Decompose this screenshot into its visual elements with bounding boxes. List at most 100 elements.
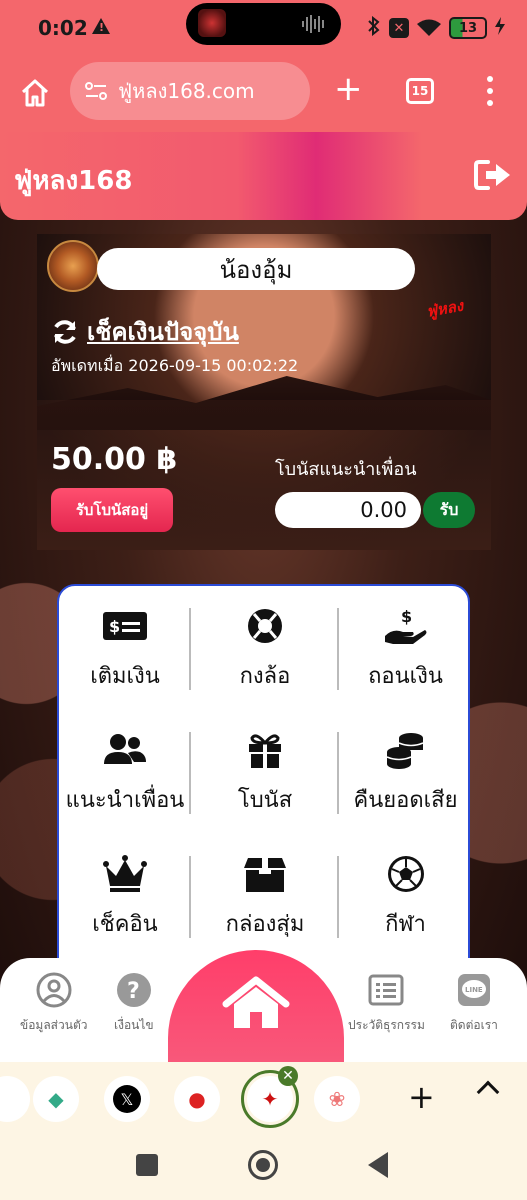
rabbit-tab-icon: ❀ xyxy=(328,1087,346,1111)
svg-text:LINE: LINE xyxy=(465,986,483,994)
tab-thumbnail[interactable]: ❀ xyxy=(314,1076,360,1122)
nav-label: ติดต่อเรา xyxy=(450,1018,498,1032)
status-bar: 0:02 ✕ 13 xyxy=(0,0,527,58)
username: น้องอุ้ม xyxy=(219,255,293,284)
user-circle-icon xyxy=(36,972,72,1008)
lifebuoy-wheel-icon xyxy=(248,609,282,643)
menu-item-bonus[interactable]: โบนัส xyxy=(191,710,339,834)
game-tab-icon: ◆ xyxy=(48,1087,64,1111)
nav-item-history[interactable]: ประวัติธุรกรรม xyxy=(348,972,425,1035)
menu-label: โบนัส xyxy=(237,788,293,813)
chevron-up-icon[interactable] xyxy=(476,1080,500,1104)
gift-icon xyxy=(249,734,281,768)
menu-label: เช็คอิน xyxy=(92,912,158,937)
svg-text:$: $ xyxy=(401,607,412,626)
menu-item-mystery-box[interactable]: กล่องสุ่ม xyxy=(191,834,339,958)
charging-icon xyxy=(495,17,505,39)
audio-wave-icon xyxy=(302,15,326,33)
avatar xyxy=(47,240,99,292)
menu-item-checkin[interactable]: เช็คอิน xyxy=(59,834,191,958)
recents-button[interactable] xyxy=(136,1154,158,1176)
casino-tab-icon: ● xyxy=(188,1087,206,1111)
menu-label: กงล้อ xyxy=(239,664,291,689)
question-circle-icon: ? xyxy=(116,973,151,1007)
menu-grid: $ เติมเงิน กงล้อ $ ถอนเงิน แนะนำเพื่อน โ… xyxy=(59,586,472,958)
browser-toolbar: ฟู่หลง168.com + 15 xyxy=(0,58,527,132)
dragon-logo-icon: ✦ xyxy=(261,1087,279,1111)
username-pill: น้องอุ้ม xyxy=(97,248,415,290)
svg-text:?: ? xyxy=(127,979,140,1004)
box-icon xyxy=(244,858,286,892)
web-content: ฟู่หลง168 น้องอุ้ม ฟู่หลง เช็คเงินปัจจุบ… xyxy=(0,132,527,1062)
back-button[interactable] xyxy=(368,1152,388,1178)
x-logo-icon: 𝕏 xyxy=(113,1085,141,1113)
nav-item-profile[interactable]: ข้อมูลส่วนตัว xyxy=(20,972,87,1035)
browser-tab-strip: ◆ 𝕏 ● ✦ ✕ ❀ + xyxy=(0,1062,527,1132)
tab-thumbnail[interactable]: 𝕏 xyxy=(104,1076,150,1122)
check-balance-label: เช็คเงินปัจจุบัน xyxy=(87,318,239,346)
battery-icon: 13 xyxy=(449,17,487,39)
tab-thumbnail[interactable]: ◆ xyxy=(33,1076,79,1122)
browser-home-button[interactable] xyxy=(20,78,50,108)
profile-card: น้องอุ้ม ฟู่หลง เช็คเงินปัจจุบัน อัพเดทเ… xyxy=(37,234,491,550)
menu-label: คืนยอดเสีย xyxy=(353,788,458,813)
money-bill-icon: $ xyxy=(103,612,147,640)
home-icon xyxy=(222,976,290,1028)
system-navigation xyxy=(0,1132,527,1200)
receive-bonus-button[interactable]: รับโบนัสอยู่ xyxy=(51,488,173,532)
dynamic-island xyxy=(186,3,341,45)
updated-timestamp: อัพเดทเมื่อ 2026-09-15 00:02:22 xyxy=(51,356,299,375)
status-time: 0:02 xyxy=(38,16,88,40)
check-balance-button[interactable]: เช็คเงินปัจจุบัน xyxy=(51,312,239,351)
address-bar[interactable]: ฟู่หลง168.com xyxy=(70,62,310,120)
soccer-ball-icon xyxy=(387,856,424,892)
menu-item-withdraw[interactable]: $ ถอนเงิน xyxy=(339,586,472,710)
menu-item-referral[interactable]: แนะนำเพื่อน xyxy=(59,710,191,834)
media-thumbnail-icon xyxy=(198,9,226,37)
nav-label: เงื่อนไข xyxy=(114,1018,154,1032)
menu-label: เติมเงิน xyxy=(90,664,160,689)
menu-label: กล่องสุ่ม xyxy=(225,912,305,937)
coins-icon xyxy=(386,733,423,769)
tab-switcher-button[interactable]: 15 xyxy=(406,78,434,104)
add-tab-icon[interactable]: + xyxy=(408,1078,435,1116)
site-header: ฟู่หลง168 xyxy=(0,132,527,220)
tab-thumbnail[interactable]: ● xyxy=(174,1076,220,1122)
menu-item-deposit[interactable]: $ เติมเงิน xyxy=(59,586,191,710)
menu-item-sports[interactable]: กีฬา xyxy=(339,834,472,958)
new-tab-button[interactable]: + xyxy=(334,72,363,106)
referral-bonus-value: 0.00 xyxy=(275,492,421,528)
menu-item-wheel[interactable]: กงล้อ xyxy=(191,586,339,710)
svg-text:$: $ xyxy=(109,617,120,636)
hand-dollar-icon: $ xyxy=(384,607,426,644)
no-sim-icon: ✕ xyxy=(389,18,409,38)
menu-item-cashback[interactable]: คืนยอดเสีย xyxy=(339,710,472,834)
nav-item-contact[interactable]: LINE ติดต่อเรา xyxy=(450,972,498,1035)
battery-level: 13 xyxy=(458,20,478,36)
line-app-icon: LINE xyxy=(457,974,490,1006)
menu-label: กีฬา xyxy=(385,912,426,937)
crown-icon xyxy=(103,855,147,892)
logout-icon[interactable] xyxy=(474,158,512,192)
status-icons: ✕ 13 xyxy=(367,15,505,40)
users-icon xyxy=(104,734,146,764)
system-home-button[interactable] xyxy=(248,1150,278,1180)
close-tab-icon[interactable]: ✕ xyxy=(278,1066,298,1086)
warning-icon xyxy=(92,18,110,34)
site-settings-icon[interactable] xyxy=(84,81,108,101)
refresh-icon xyxy=(54,319,76,344)
claim-referral-button[interactable]: รับ xyxy=(423,492,475,528)
balance-amount: 50.00 ฿ xyxy=(51,442,178,477)
menu-label: ถอนเงิน xyxy=(368,664,443,689)
nav-label: ประวัติธุรกรรม xyxy=(348,1018,425,1032)
tab-thumbnail[interactable] xyxy=(0,1076,30,1122)
url-text[interactable]: ฟู่หลง168.com xyxy=(118,75,255,107)
menu-card: $ เติมเงิน กงล้อ $ ถอนเงิน แนะนำเพื่อน โ… xyxy=(57,584,470,1004)
nav-item-terms[interactable]: ? เงื่อนไข xyxy=(114,972,154,1035)
home-icon xyxy=(21,79,49,107)
menu-label: แนะนำเพื่อน xyxy=(65,788,185,813)
browser-menu-icon[interactable] xyxy=(485,76,495,106)
brand-logo: ฟู่หลง xyxy=(424,296,465,321)
referral-bonus-label: โบนัสแนะนำเพื่อน xyxy=(275,459,417,480)
list-icon xyxy=(368,974,404,1006)
